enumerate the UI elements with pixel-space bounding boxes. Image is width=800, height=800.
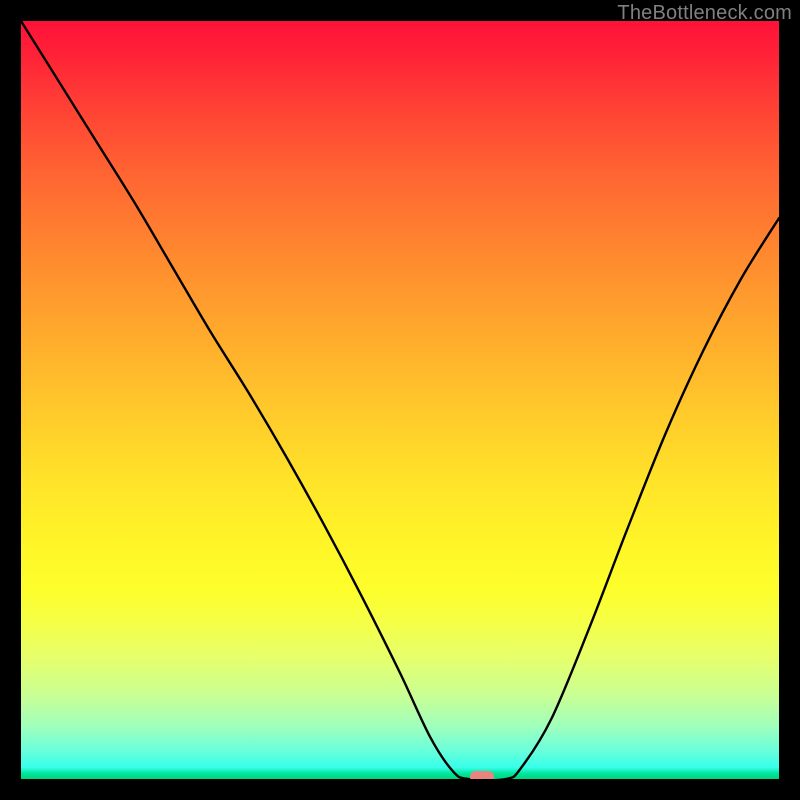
watermark-text: TheBottleneck.com: [617, 2, 792, 25]
plot-area: [21, 21, 779, 779]
chart-frame: TheBottleneck.com: [0, 0, 800, 800]
optimal-marker: [470, 771, 494, 779]
bottleneck-curve: [21, 21, 779, 779]
